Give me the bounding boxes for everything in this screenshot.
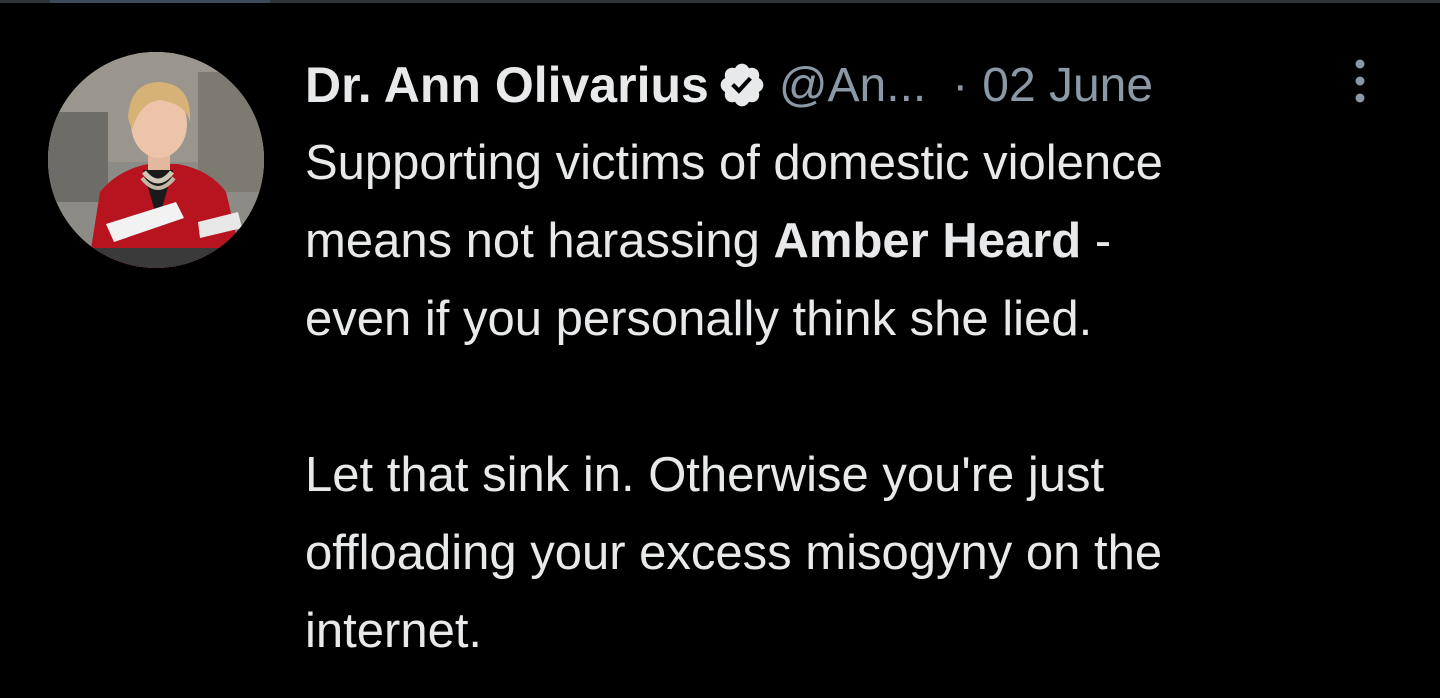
paragraph-break: [305, 358, 1385, 436]
separator-dot: ·: [952, 58, 969, 112]
tweet-date[interactable]: 02 June: [982, 58, 1153, 113]
tweet-text-segment: means not harassing: [305, 214, 774, 268]
tweet-text: Supporting victims of domestic violence …: [305, 124, 1385, 670]
tweet-text-line: Let that sink in. Otherwise you're just: [305, 448, 1105, 502]
tweet-text-line: Supporting victims of domestic violence: [305, 136, 1163, 190]
tweet-text-line: even if you personally think she lied.: [305, 292, 1093, 346]
profile-photo-icon: [48, 52, 264, 268]
display-name[interactable]: Dr. Ann Olivarius: [305, 56, 709, 114]
more-options-icon[interactable]: [1345, 56, 1375, 106]
tweet-card[interactable]: Dr. Ann Olivarius @An... · 02 June Suppo…: [0, 0, 1440, 698]
tweet-text-line: offloading your excess misogyny on the: [305, 526, 1163, 580]
highlighted-name: Amber Heard: [773, 214, 1082, 268]
author-handle[interactable]: @An...: [779, 58, 926, 113]
tweet-content: Dr. Ann Olivarius @An... · 02 June Suppo…: [305, 52, 1385, 670]
tweet-text-line: internet.: [305, 604, 483, 658]
tweet-header: Dr. Ann Olivarius @An... · 02 June: [305, 52, 1385, 118]
verified-badge-icon: [717, 60, 767, 110]
tweet-text-segment: -: [1081, 214, 1112, 268]
avatar[interactable]: [48, 52, 264, 268]
tweet-text-line: means not harassing Amber Heard -: [305, 202, 1385, 280]
